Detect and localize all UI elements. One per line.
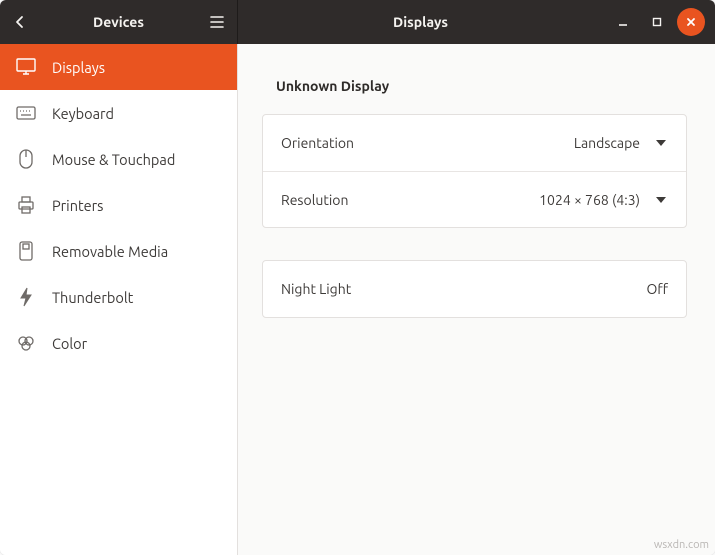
minimize-button[interactable] xyxy=(609,8,637,36)
close-button[interactable] xyxy=(677,8,705,36)
row-value: Landscape xyxy=(574,135,640,151)
close-icon xyxy=(686,17,696,27)
thunderbolt-icon xyxy=(16,287,36,307)
resolution-row[interactable]: Resolution 1024 × 768 (4:3) xyxy=(263,171,686,227)
sidebar-item-mouse[interactable]: Mouse & Touchpad xyxy=(0,136,237,182)
settings-window: Devices Displays xyxy=(0,0,715,555)
content-pane: Unknown Display Orientation Landscape Re… xyxy=(238,44,715,555)
sidebar-item-label: Removable Media xyxy=(52,243,168,260)
sidebar-item-label: Mouse & Touchpad xyxy=(52,151,175,168)
sidebar-item-color[interactable]: Color xyxy=(0,320,237,366)
section-title: Unknown Display xyxy=(276,78,687,94)
sidebar-item-label: Printers xyxy=(52,197,103,214)
row-value: Off xyxy=(646,281,668,297)
chevron-down-icon xyxy=(654,197,668,203)
maximize-button[interactable] xyxy=(643,8,671,36)
night-light-row[interactable]: Night Light Off xyxy=(263,261,686,317)
titlebar: Devices Displays xyxy=(0,0,715,44)
row-label: Resolution xyxy=(281,192,539,208)
titlebar-left-title: Devices xyxy=(40,14,197,30)
back-button[interactable] xyxy=(0,0,40,44)
window-body: Displays Keyboard Mouse & Touchpad Print… xyxy=(0,44,715,555)
sidebar-item-printers[interactable]: Printers xyxy=(0,182,237,228)
sidebar-item-label: Thunderbolt xyxy=(52,289,133,306)
color-icon xyxy=(16,333,36,353)
titlebar-right-title: Displays xyxy=(238,14,603,30)
maximize-icon xyxy=(652,17,662,27)
window-controls xyxy=(603,0,715,44)
chevron-down-icon xyxy=(654,140,668,146)
display-settings-group: Orientation Landscape Resolution 1024 × … xyxy=(262,114,687,228)
orientation-row[interactable]: Orientation Landscape xyxy=(263,115,686,171)
titlebar-left: Devices xyxy=(0,0,238,44)
night-light-group: Night Light Off xyxy=(262,260,687,318)
hamburger-icon xyxy=(210,16,224,28)
sidebar-item-label: Color xyxy=(52,335,87,352)
watermark: wsxdn.com xyxy=(654,539,709,551)
sidebar-item-keyboard[interactable]: Keyboard xyxy=(0,90,237,136)
sidebar-item-label: Displays xyxy=(52,59,105,76)
sidebar-item-displays[interactable]: Displays xyxy=(0,44,237,90)
titlebar-right: Displays xyxy=(238,0,715,44)
minimize-icon xyxy=(618,17,628,27)
printer-icon xyxy=(16,195,36,215)
sidebar: Displays Keyboard Mouse & Touchpad Print… xyxy=(0,44,238,555)
sidebar-item-label: Keyboard xyxy=(52,105,114,122)
mouse-icon xyxy=(16,149,36,169)
sidebar-item-removable[interactable]: Removable Media xyxy=(0,228,237,274)
keyboard-icon xyxy=(16,103,36,123)
row-label: Night Light xyxy=(281,281,646,297)
row-label: Orientation xyxy=(281,135,574,151)
removable-media-icon xyxy=(16,241,36,261)
sidebar-item-thunderbolt[interactable]: Thunderbolt xyxy=(0,274,237,320)
chevron-left-icon xyxy=(15,15,25,29)
hamburger-button[interactable] xyxy=(197,0,237,44)
row-value: 1024 × 768 (4:3) xyxy=(539,192,640,208)
display-icon xyxy=(16,57,36,77)
